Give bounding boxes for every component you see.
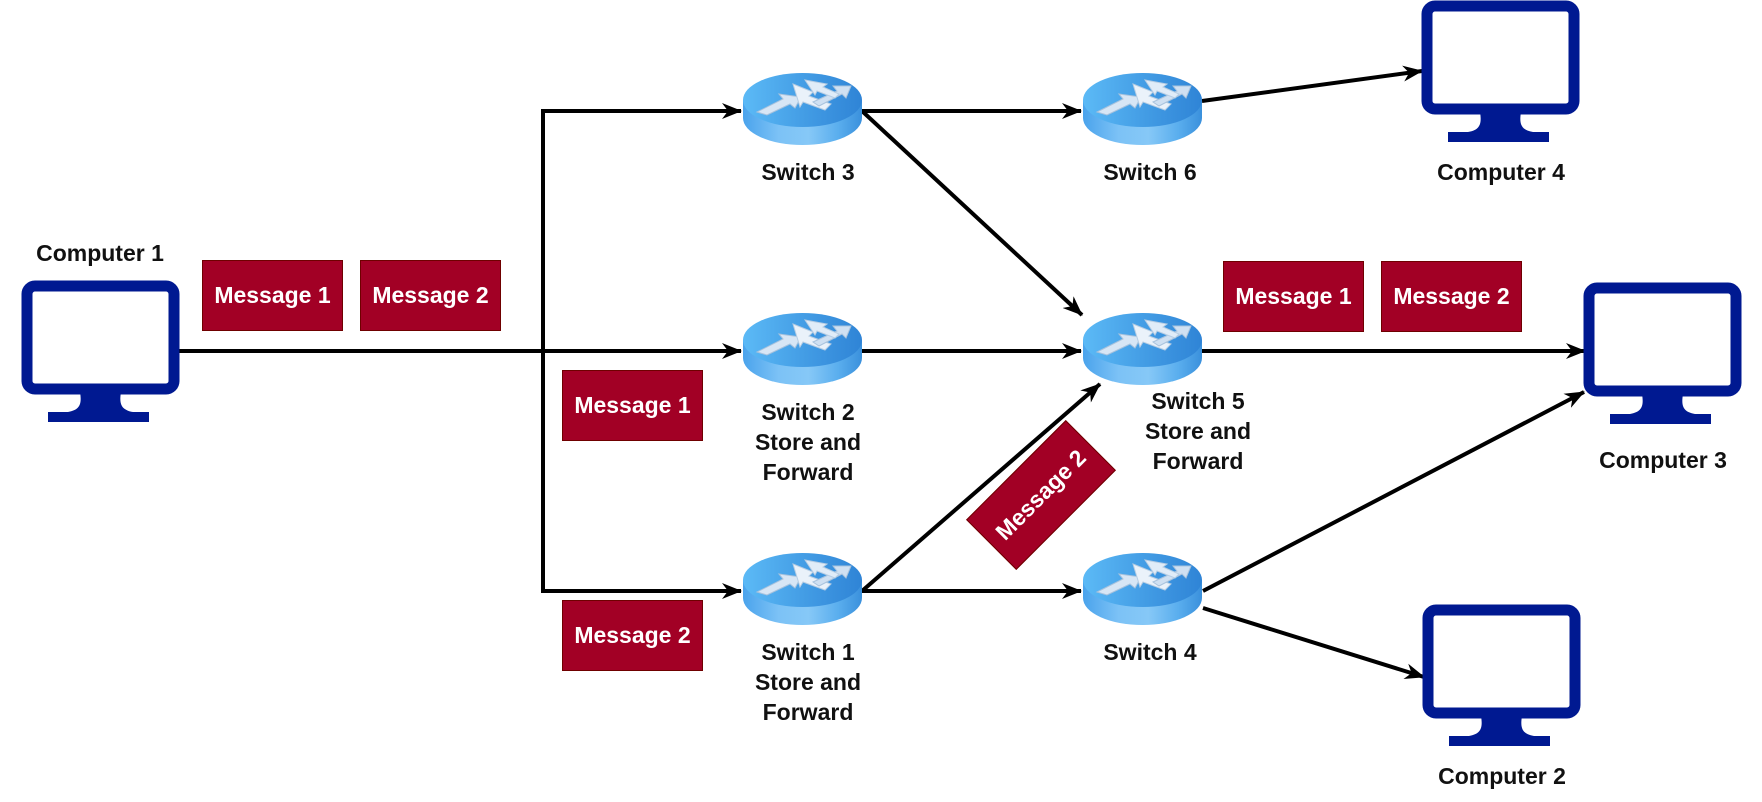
- switch-3-label: Switch 3: [761, 157, 854, 187]
- switch-2-name: Switch 2: [761, 399, 855, 425]
- switch-6-name: Switch 6: [1103, 159, 1197, 185]
- switch-5-icon[interactable]: [1082, 312, 1203, 386]
- connections: [178, 65, 1586, 679]
- computer-2-label-text: Computer 2: [1438, 763, 1566, 789]
- switch-5-name: Switch 5: [1151, 388, 1245, 414]
- computer-1-label-text: Computer 1: [36, 240, 164, 266]
- computer-4-label: Computer 4: [1437, 157, 1565, 187]
- computer-4-monitor-icon[interactable]: [1427, 6, 1574, 142]
- edge-computer1-switch3: [541, 103, 742, 351]
- computer-1-label: Computer 1: [36, 238, 164, 268]
- switch-1-icon[interactable]: [742, 552, 863, 626]
- switch-4-name: Switch 4: [1103, 639, 1197, 665]
- computer-3-monitor-icon[interactable]: [1589, 288, 1736, 424]
- switch-6-icon[interactable]: [1082, 72, 1203, 146]
- edge-switch3-switch5: [860, 109, 1084, 317]
- switch-5-label: Switch 5 Store and Forward: [1145, 386, 1251, 476]
- switch-5-mode-line1: Store and: [1144, 418, 1252, 444]
- message-1-to-switch-2[interactable]: Message 1: [562, 370, 703, 441]
- switch-1-mode-line2: Forward: [762, 699, 854, 725]
- message-2-to-switch-1[interactable]: Message 2: [562, 600, 703, 671]
- switch-2-label: Switch 2 Store and Forward: [755, 397, 861, 487]
- switch-4-label: Switch 4: [1103, 637, 1196, 667]
- switch-4-icon[interactable]: [1082, 552, 1203, 626]
- switch-2-mode-line1: Store and: [754, 429, 862, 455]
- switch-2-mode-line2: Forward: [762, 459, 854, 485]
- message-1-at-computer-3[interactable]: Message 1: [1223, 261, 1364, 332]
- computer-2-monitor-icon[interactable]: [1428, 610, 1575, 746]
- switch-1-name: Switch 1: [761, 639, 855, 665]
- switch-5-mode-line2: Forward: [1152, 448, 1244, 474]
- switch-2-icon[interactable]: [742, 312, 863, 386]
- switch-3-icon[interactable]: [742, 72, 863, 146]
- message-1-at-computer-1[interactable]: Message 1: [202, 260, 343, 331]
- switch-1-label: Switch 1 Store and Forward: [755, 637, 861, 727]
- edge-switch4-computer3: [1202, 390, 1585, 593]
- switch-6-label: Switch 6: [1103, 157, 1196, 187]
- computer-3-label: Computer 3: [1599, 445, 1727, 475]
- computer-3-label-text: Computer 3: [1599, 447, 1727, 473]
- computer-2-label: Computer 2: [1438, 761, 1566, 791]
- computer-4-label-text: Computer 4: [1437, 159, 1565, 185]
- edge-switch4-computer2: [1202, 606, 1425, 679]
- switch-3-name: Switch 3: [761, 159, 855, 185]
- switch-1-mode-line1: Store and: [754, 669, 862, 695]
- network-diagram: [0, 0, 1762, 802]
- message-2-at-computer-3[interactable]: Message 2: [1381, 261, 1522, 332]
- message-2-at-computer-1[interactable]: Message 2: [360, 260, 501, 331]
- computer-1-monitor-icon[interactable]: [27, 286, 174, 422]
- edge-switch6-computer4: [1201, 65, 1423, 103]
